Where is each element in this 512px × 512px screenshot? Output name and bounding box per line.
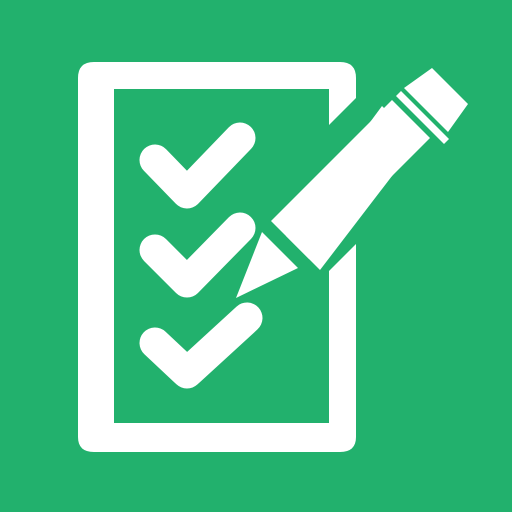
- checklist-pencil-icon: [0, 0, 512, 512]
- icon-canvas: [0, 0, 512, 512]
